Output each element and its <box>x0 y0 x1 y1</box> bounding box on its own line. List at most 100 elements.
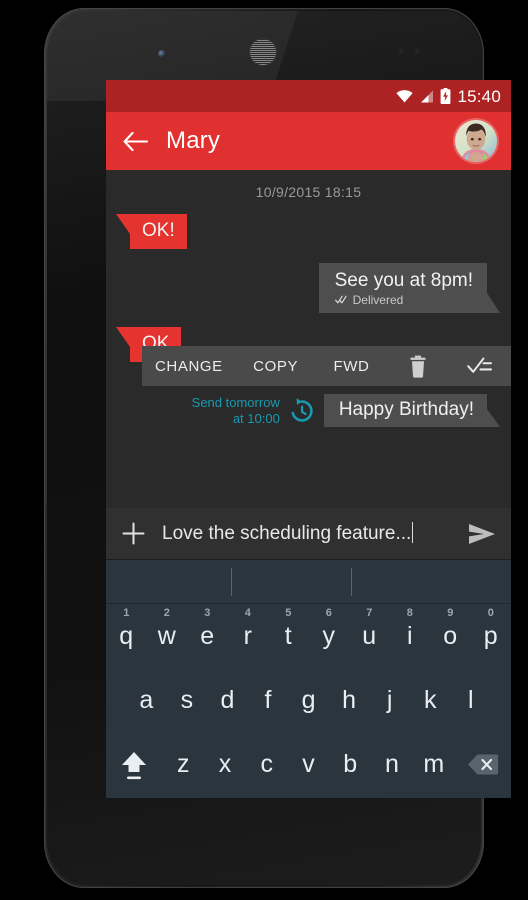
key-p[interactable]: 0p <box>471 604 512 668</box>
date-separator: 10/9/2015 18:15 <box>255 184 362 200</box>
key-h[interactable]: h <box>329 668 370 732</box>
message-row: OK! <box>106 214 511 249</box>
status-clock: 15:40 <box>457 86 501 106</box>
key-x[interactable]: x <box>204 733 246 797</box>
key-label: e <box>200 621 215 650</box>
key-i[interactable]: 8i <box>390 604 431 668</box>
earpiece-speaker-icon <box>250 39 276 65</box>
cellular-signal-icon <box>419 90 434 103</box>
key-r[interactable]: 4r <box>228 604 269 668</box>
key-space[interactable] <box>212 797 402 798</box>
scheduled-label-line2: at 10:00 <box>232 410 280 426</box>
proximity-sensors-icon <box>399 49 433 57</box>
double-check-icon <box>334 293 348 307</box>
message-row: See you at 8pm! Delivered <box>106 262 511 313</box>
key-n[interactable]: n <box>371 733 413 797</box>
key-label: q <box>119 621 134 650</box>
on-screen-keyboard: 1q 2w 3e 4r 5t 6y 7u 8i 9o 0p a s d f g … <box>106 560 511 798</box>
key-num: 2 <box>163 607 170 619</box>
battery-charging-icon <box>440 88 451 104</box>
forward-button[interactable]: FWD <box>316 358 388 375</box>
copy-button[interactable]: COPY <box>236 358 316 375</box>
key-s[interactable]: s <box>167 668 208 732</box>
key-j[interactable]: j <box>369 668 410 732</box>
key-t[interactable]: 5t <box>268 604 309 668</box>
key-c[interactable]: c <box>246 733 288 797</box>
key-o[interactable]: 9o <box>430 604 471 668</box>
key-label: p <box>483 621 498 650</box>
backspace-icon[interactable] <box>455 733 511 797</box>
scheduled-label-line1: Send tomorrow <box>191 394 280 410</box>
key-z[interactable]: z <box>162 733 204 797</box>
app-bar: Mary <box>106 112 511 170</box>
back-arrow-icon[interactable] <box>120 126 150 156</box>
wifi-icon <box>396 89 414 103</box>
key-a[interactable]: a <box>126 668 167 732</box>
key-label: t <box>284 621 292 650</box>
key-label: y <box>322 621 336 650</box>
compose-bar: Love the scheduling feature... <box>106 508 511 560</box>
scheduled-label: Send tomorrow at 10:00 <box>192 395 280 426</box>
phone-device: 15:40 Mary 10/9/2015 18:15 OK! See you a… <box>44 8 511 888</box>
key-num: 8 <box>406 607 413 619</box>
message-text: OK! <box>142 220 175 241</box>
suggestion-divider <box>231 568 232 596</box>
contextual-action-bar: CHANGE COPY FWD <box>142 346 511 386</box>
key-e[interactable]: 3e <box>187 604 228 668</box>
conversation-area: 10/9/2015 18:15 OK! See you at 8pm! Deli… <box>106 170 511 508</box>
trash-icon[interactable] <box>387 355 449 378</box>
message-text: See you at 8pm! <box>334 269 473 291</box>
keyboard-row-1: 1q 2w 3e 4r 5t 6y 7u 8i 9o 0p <box>106 604 511 668</box>
key-m[interactable]: m <box>413 733 455 797</box>
suggestion-strip[interactable] <box>106 560 511 604</box>
scheduled-message-bubble[interactable]: Happy Birthday! <box>323 394 501 427</box>
send-icon[interactable] <box>465 523 499 545</box>
phone-screen: 15:40 Mary 10/9/2015 18:15 OK! See you a… <box>106 80 511 798</box>
select-all-check-icon[interactable] <box>449 357 511 375</box>
key-q[interactable]: 1q <box>106 604 147 668</box>
compose-value: Love the scheduling feature... <box>162 523 412 544</box>
key-num: 5 <box>285 607 292 619</box>
key-k[interactable]: k <box>410 668 451 732</box>
message-bubble-incoming[interactable]: OK! <box>116 214 187 249</box>
key-num: 9 <box>447 607 454 619</box>
text-caret <box>412 522 414 543</box>
keyboard-row-3: z x c v b n m <box>106 733 511 797</box>
change-button[interactable]: CHANGE <box>142 358 236 375</box>
schedule-history-icon[interactable] <box>288 397 316 425</box>
key-num: 4 <box>244 607 251 619</box>
avatar[interactable] <box>455 120 497 162</box>
key-w[interactable]: 2w <box>147 604 188 668</box>
status-bar: 15:40 <box>106 80 511 112</box>
keyboard-row-2: a s d f g h j k l <box>106 668 511 732</box>
key-g[interactable]: g <box>288 668 329 732</box>
key-y[interactable]: 6y <box>309 604 350 668</box>
message-status: Delivered <box>334 292 473 307</box>
key-u[interactable]: 7u <box>349 604 390 668</box>
key-num: 7 <box>366 607 373 619</box>
scheduled-message-text: Happy Birthday! <box>338 399 474 420</box>
shift-icon[interactable] <box>106 733 162 797</box>
key-b[interactable]: b <box>329 733 371 797</box>
key-num: 3 <box>204 607 211 619</box>
plus-icon[interactable] <box>118 522 148 545</box>
key-symbols[interactable]: ?123 <box>106 797 172 798</box>
key-label: o <box>443 621 458 650</box>
key-l[interactable]: l <box>451 668 492 732</box>
key-v[interactable]: v <box>288 733 330 797</box>
key-comma[interactable]: , <box>172 797 213 798</box>
message-input[interactable]: Love the scheduling feature... <box>162 522 465 545</box>
key-num: 1 <box>123 607 130 619</box>
key-d[interactable]: d <box>207 668 248 732</box>
key-label: r <box>243 621 252 650</box>
keyboard-row-4: ?123 , . <box>106 797 511 798</box>
message-status-label: Delivered <box>352 292 404 307</box>
front-camera-icon <box>158 50 166 58</box>
key-num: 6 <box>325 607 332 619</box>
scheduled-message-row: Send tomorrow at 10:00 Happy Birthday! <box>106 394 511 427</box>
message-bubble-outgoing[interactable]: See you at 8pm! Delivered <box>318 262 501 313</box>
key-period[interactable]: . <box>402 797 443 798</box>
key-enter[interactable] <box>443 797 511 798</box>
key-f[interactable]: f <box>248 668 289 732</box>
key-label: w <box>157 621 176 650</box>
